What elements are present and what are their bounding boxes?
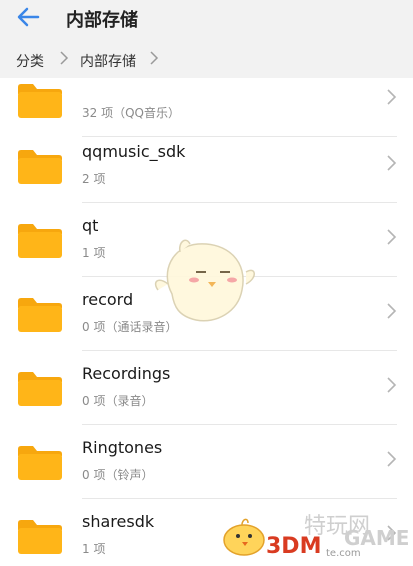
back-button[interactable] bbox=[14, 4, 44, 30]
folder-item-count: 2 项 bbox=[82, 172, 106, 186]
folder-item-count: 1 项 bbox=[82, 542, 106, 556]
chevron-right-icon bbox=[387, 89, 397, 105]
row-divider bbox=[82, 424, 397, 425]
watermark-3dm: 3DM bbox=[266, 534, 322, 559]
chevron-right-icon bbox=[387, 451, 397, 467]
watermark-game: GAME bbox=[344, 526, 410, 550]
folder-name: Recordings bbox=[82, 364, 171, 383]
mascot-watermark bbox=[154, 239, 255, 322]
folder-name: sharesdk bbox=[82, 512, 155, 531]
folder-name: qt bbox=[82, 216, 99, 235]
list-item[interactable]: 32 项（QQ音乐） bbox=[0, 70, 413, 144]
folder-icon bbox=[18, 224, 62, 258]
folder-name: record bbox=[82, 290, 134, 309]
chevron-right-icon bbox=[387, 229, 397, 245]
folder-icon bbox=[18, 298, 62, 332]
folder-name: Ringtones bbox=[82, 438, 163, 457]
folder-icon bbox=[18, 446, 62, 480]
folder-item-count: 0 项（录音） bbox=[82, 394, 154, 408]
row-divider bbox=[82, 202, 397, 203]
row-divider bbox=[82, 350, 397, 351]
chevron-right-icon bbox=[387, 155, 397, 171]
chevron-right-icon bbox=[387, 377, 397, 393]
list-item[interactable]: Recordings 0 项（录音） bbox=[0, 358, 413, 432]
top-app-bar: 内部存储 bbox=[0, 0, 413, 38]
list-item[interactable]: qqmusic_sdk 2 项 bbox=[0, 136, 413, 210]
watermark-url: te.com bbox=[326, 548, 361, 559]
row-divider bbox=[82, 498, 397, 499]
folder-item-count: 0 项（铃声） bbox=[82, 468, 154, 482]
folder-item-count: 1 项 bbox=[82, 246, 106, 260]
folder-icon bbox=[18, 520, 62, 554]
chevron-right-icon bbox=[387, 303, 397, 319]
folder-icon bbox=[18, 150, 62, 184]
list-item[interactable]: Ringtones 0 项（铃声） bbox=[0, 432, 413, 506]
folder-icon bbox=[18, 84, 62, 118]
back-arrow-icon bbox=[17, 7, 40, 27]
folder-icon bbox=[18, 372, 62, 406]
folder-name: qqmusic_sdk bbox=[82, 142, 186, 161]
folder-item-count: 32 项（QQ音乐） bbox=[82, 106, 180, 120]
page-title: 内部存储 bbox=[66, 10, 138, 31]
